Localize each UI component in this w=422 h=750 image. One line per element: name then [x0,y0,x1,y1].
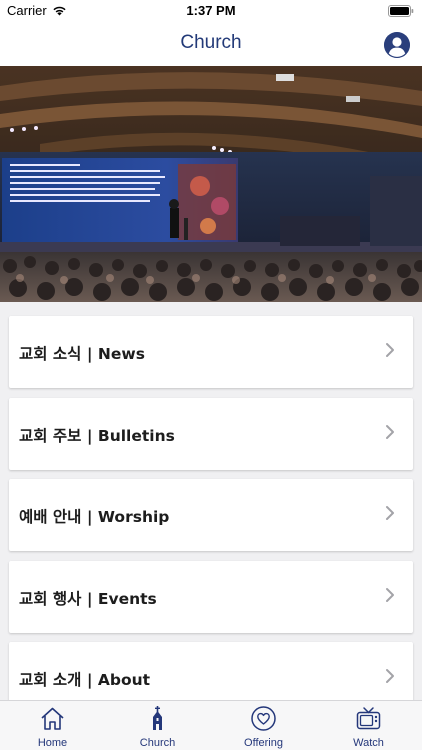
tab-church[interactable]: Church [105,701,210,750]
menu-item-worship[interactable]: 예배 안내 | Worship [9,479,413,551]
home-icon [41,707,64,730]
hero-image [0,66,422,302]
tab-label: Home [37,737,68,749]
sanctuary-photo [0,66,422,302]
tv-icon [356,707,381,730]
church-icon [153,706,162,730]
tab-label: Watch [353,737,384,749]
status-bar: Carrier 1:37 PM [0,0,422,22]
tab-label: Offering [244,737,283,749]
menu-item-label: 교회 주보 | Bulletins [19,427,175,445]
person-circle-icon [384,32,410,58]
profile-button[interactable] [384,32,410,58]
tab-watch[interactable]: Watch [316,701,421,750]
menu-item-bulletins[interactable]: 교회 주보 | Bulletins [9,398,413,470]
tab-bar: Home Church Offering Watch [0,700,422,750]
tab-label: Church [139,737,176,749]
battery-icon [388,5,414,17]
status-time: 1:37 PM [186,3,236,18]
navigation-bar: Church [0,22,422,66]
menu-item-about[interactable]: 교회 소개 | About [9,642,413,700]
page-title: Church [180,32,242,53]
chevron-right-icon [386,669,394,683]
heart-icon [251,706,276,731]
chevron-right-icon [386,588,394,602]
menu-item-label: 교회 행사 | Events [19,590,157,608]
menu-item-events[interactable]: 교회 행사 | Events [9,561,413,633]
tab-offering[interactable]: Offering [211,701,316,750]
menu-list: 교회 소식 | News 교회 주보 | Bulletins 예배 안내 | W… [0,302,422,700]
menu-item-label: 교회 소식 | News [19,345,145,363]
chevron-right-icon [386,506,394,520]
menu-item-news[interactable]: 교회 소식 | News [9,316,413,388]
chevron-right-icon [386,425,394,439]
chevron-right-icon [386,343,394,357]
tab-home[interactable]: Home [0,701,105,750]
menu-item-label: 예배 안내 | Worship [19,508,170,526]
menu-item-label: 교회 소개 | About [19,671,151,689]
